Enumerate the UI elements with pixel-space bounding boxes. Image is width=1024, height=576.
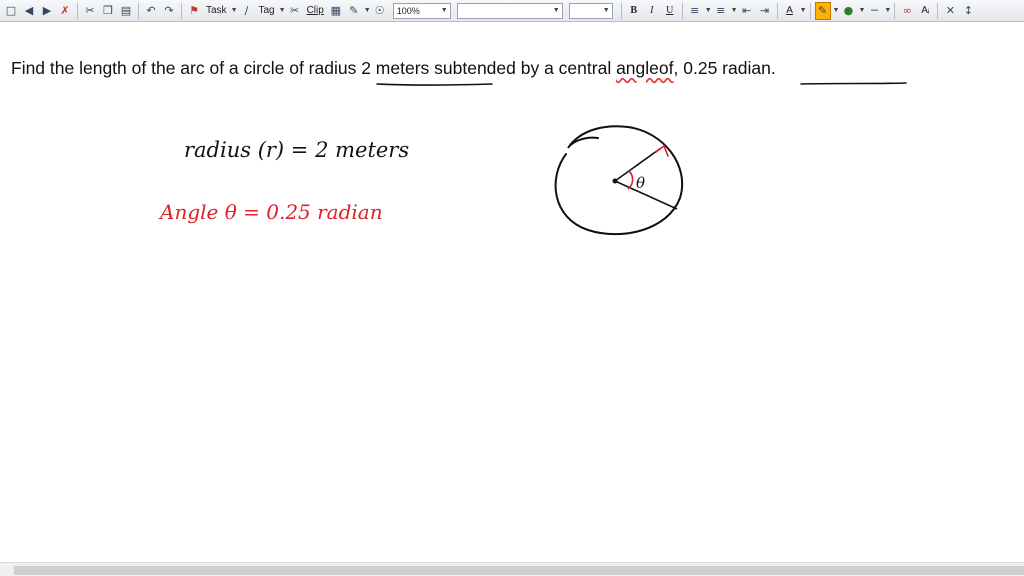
- underline-value-stroke: [800, 82, 907, 85]
- scrollbar-thumb[interactable]: [14, 566, 1024, 575]
- angle-arc-mark: [627, 170, 634, 190]
- horizontal-scrollbar[interactable]: [0, 562, 1024, 576]
- handwritten-angle-note: Angle θ = 0.25 radian: [158, 200, 383, 224]
- handwritten-radius-note: radius (r) = 2 meters: [184, 138, 409, 162]
- ink-canvas: radius (r) = 2 meters Angle θ = 0.25 rad…: [158, 82, 907, 236]
- underline-radius-stroke: [376, 83, 493, 86]
- radius-line-lower: [614, 180, 678, 210]
- theta-label: θ: [636, 174, 645, 192]
- circle-sketch: [554, 125, 684, 236]
